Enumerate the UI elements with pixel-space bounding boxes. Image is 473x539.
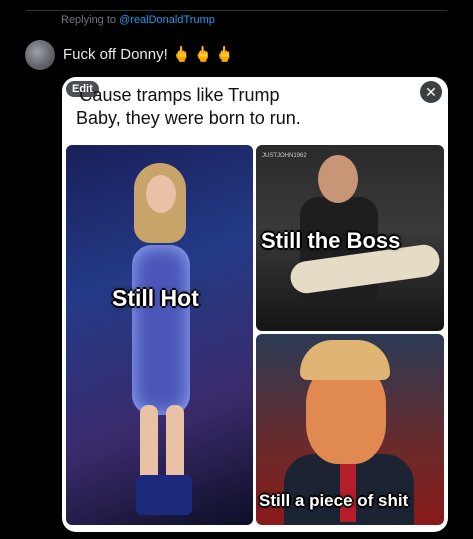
avatar[interactable]: [25, 40, 55, 70]
panel-left-image: Still Hot: [66, 145, 253, 525]
figure-face: [318, 155, 358, 203]
tweet-body: Fuck off Donny!: [63, 46, 168, 63]
figure-hair: [300, 340, 390, 380]
replying-to-line: Replying to @realDonaldTrump: [61, 14, 215, 26]
meme-caption-line1: 'Cause tramps like Trump: [76, 85, 280, 105]
panel-bottom-right-image: Still a piece of shit: [256, 334, 444, 525]
middle-finger-emoji: 🖕🖕🖕: [171, 46, 237, 63]
meme-caption: 'Cause tramps like Trump Baby, they were…: [76, 84, 301, 130]
panel-top-right-image: JUSTJOHN1962 Still the Boss: [256, 145, 444, 331]
meme-caption-line2: Baby, they were born to run.: [76, 108, 301, 128]
top-divider: [26, 10, 447, 11]
label-still-hot: Still Hot: [112, 285, 199, 311]
figure-face: [146, 175, 176, 213]
close-icon[interactable]: ✕: [420, 81, 442, 103]
label-still-a-piece: Still a piece of shit: [259, 491, 409, 510]
photo-watermark: JUSTJOHN1962: [262, 153, 307, 159]
replying-to-prefix: Replying to: [61, 14, 117, 26]
edit-button[interactable]: Edit: [66, 81, 99, 97]
tweet-text: Fuck off Donny! 🖕🖕🖕: [63, 45, 237, 63]
figure-outfit: [132, 245, 190, 415]
figure-boots: [136, 475, 192, 515]
label-still-the-boss: Still the Boss: [261, 228, 401, 253]
replying-to-handle[interactable]: @realDonaldTrump: [119, 14, 215, 26]
media-card[interactable]: 'Cause tramps like Trump Baby, they were…: [62, 77, 448, 532]
